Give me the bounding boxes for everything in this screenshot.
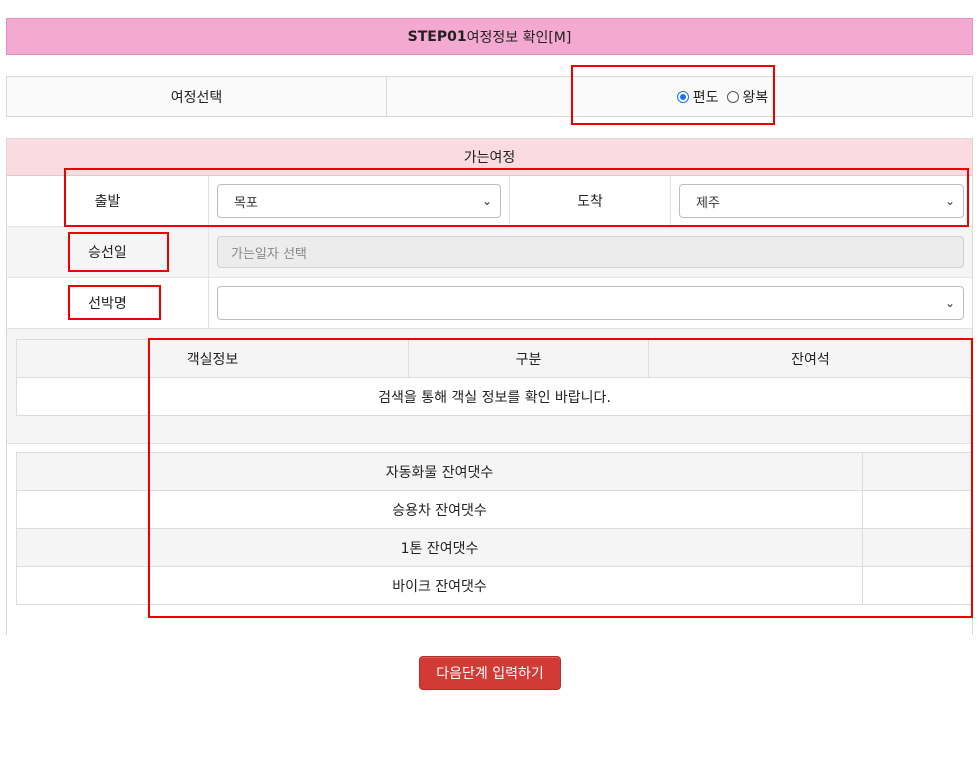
step-title: 여정정보 확인[M] (466, 29, 572, 46)
vehicle-label: 승용차 잔여댓수 (16, 490, 863, 529)
ship-row: 선박명 ⌄ (7, 278, 972, 329)
depart-value: 목포 (234, 195, 258, 211)
room-info-header: 객실정보 (16, 339, 409, 378)
step-header: STEP01 여정정보 확인[M] (6, 18, 973, 55)
vehicle-table: 자동화물 잔여댓수 승용차 잔여댓수 1톤 잔여댓수 바이크 잔여댓수 (16, 452, 973, 605)
chevron-down-icon: ⌄ (944, 194, 955, 208)
arrive-value: 제주 (696, 195, 720, 211)
table-row: 1톤 잔여댓수 (16, 528, 973, 567)
table-row: 승용차 잔여댓수 (16, 490, 973, 529)
boarding-date-row: 승선일 가는일자 선택 (7, 227, 972, 278)
depart-select[interactable]: 목포 ⌄ (217, 184, 501, 218)
table-row: 검색을 통해 객실 정보를 확인 바랍니다. (16, 377, 973, 416)
vehicle-value (862, 566, 973, 605)
step-number: STEP01 (407, 28, 467, 45)
vehicle-value (862, 452, 973, 491)
date-label: 승선일 (7, 227, 209, 277)
vehicle-label: 바이크 잔여댓수 (16, 566, 863, 605)
trip-type-row: 여정선택 편도 왕복 (6, 76, 973, 117)
vehicle-label: 1톤 잔여댓수 (16, 528, 863, 567)
depart-label: 출발 (7, 176, 209, 226)
one-way-label[interactable]: 편도 (693, 87, 719, 107)
room-empty-message: 검색을 통해 객실 정보를 확인 바랍니다. (16, 377, 973, 416)
journey-title: 가는여정 (7, 139, 972, 176)
vehicle-info-area: 자동화물 잔여댓수 승용차 잔여댓수 1톤 잔여댓수 바이크 잔여댓수 (7, 444, 973, 636)
arrive-label: 도착 (509, 176, 671, 226)
chevron-down-icon: ⌄ (481, 194, 492, 208)
next-step-button[interactable]: 다음단계 입력하기 (419, 656, 561, 690)
vehicle-label: 자동화물 잔여댓수 (16, 452, 863, 491)
round-trip-label[interactable]: 왕복 (743, 87, 769, 107)
remaining-seats-header: 잔여석 (648, 339, 973, 378)
arrive-cell: 제주 ⌄ (671, 184, 972, 218)
trip-type-options: 편도 왕복 (387, 77, 972, 116)
one-way-radio[interactable] (676, 90, 689, 103)
date-cell: 가는일자 선택 (209, 236, 972, 268)
room-info-table: 객실정보 구분 잔여석 검색을 통해 객실 정보를 확인 바랍니다. (16, 339, 973, 416)
room-info-area: 객실정보 구분 잔여석 검색을 통해 객실 정보를 확인 바랍니다. (7, 329, 973, 444)
trip-type-label: 여정선택 (7, 77, 387, 116)
round-trip-radio[interactable] (726, 90, 739, 103)
chevron-down-icon: ⌄ (944, 296, 955, 310)
vehicle-value (862, 490, 973, 529)
route-row: 출발 목포 ⌄ 도착 제주 ⌄ (7, 176, 972, 227)
boarding-date-input[interactable]: 가는일자 선택 (217, 236, 964, 268)
category-header: 구분 (408, 339, 649, 378)
table-row: 자동화물 잔여댓수 (16, 452, 973, 491)
arrive-select[interactable]: 제주 ⌄ (679, 184, 964, 218)
vehicle-value (862, 528, 973, 567)
room-table-header: 객실정보 구분 잔여석 (16, 339, 973, 378)
ship-select[interactable]: ⌄ (217, 286, 964, 320)
ship-cell: ⌄ (209, 286, 972, 320)
ship-label: 선박명 (7, 278, 209, 328)
depart-cell: 목포 ⌄ (209, 184, 509, 218)
table-row: 바이크 잔여댓수 (16, 566, 973, 605)
outbound-journey-panel: 가는여정 출발 목포 ⌄ 도착 제주 ⌄ 승선일 가는일자 선택 선박명 ⌄ 객… (6, 138, 973, 636)
